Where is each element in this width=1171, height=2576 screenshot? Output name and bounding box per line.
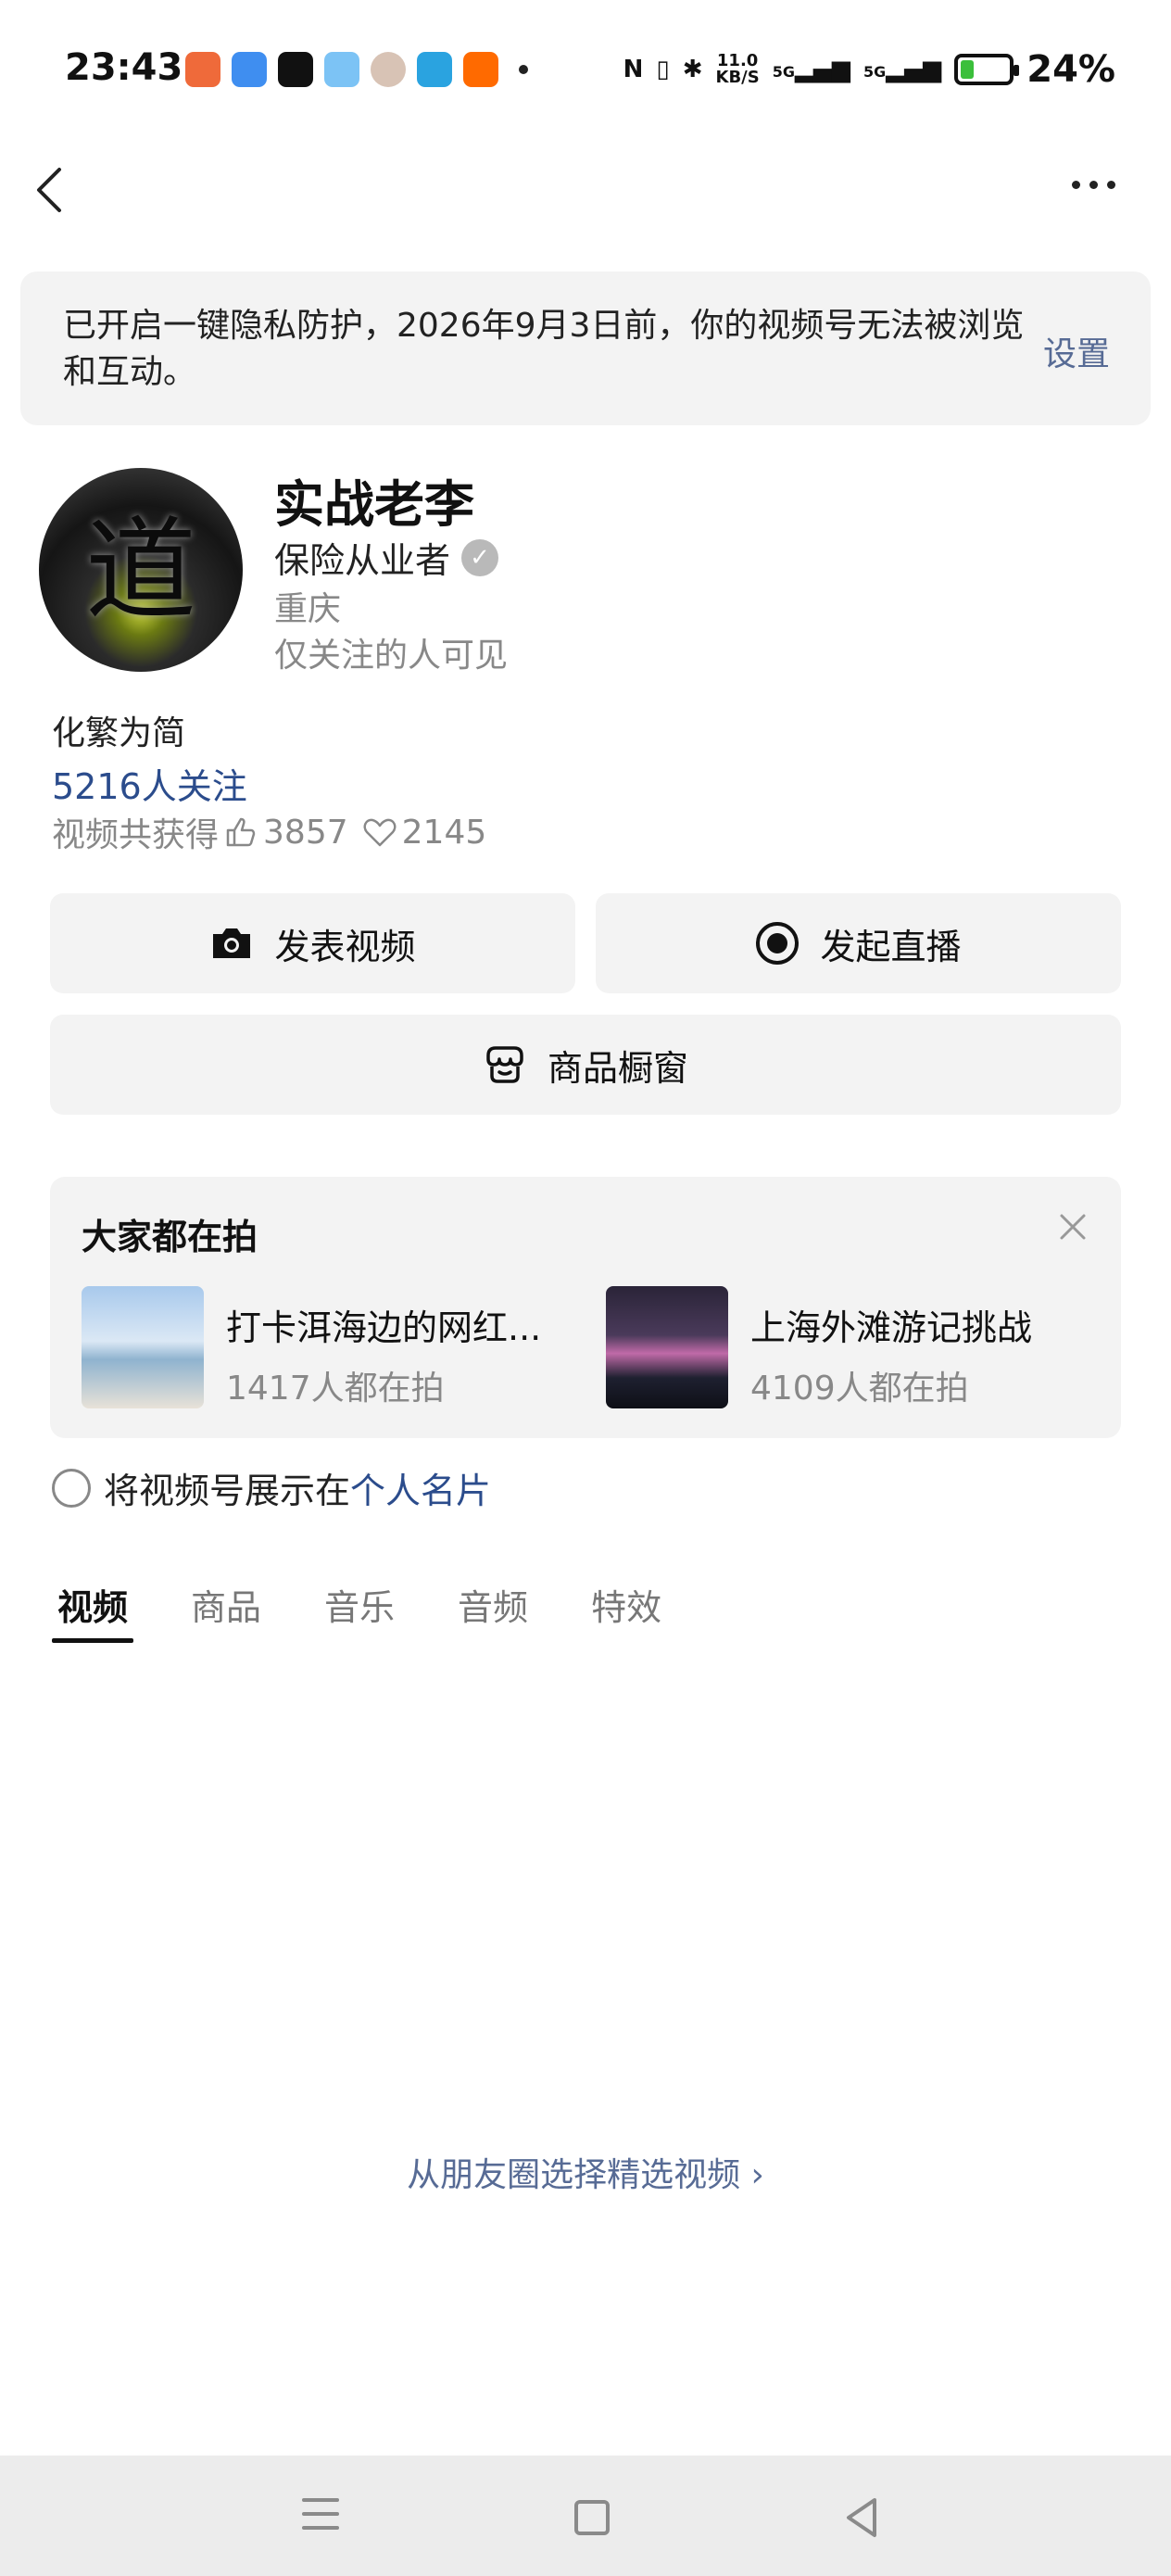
profile-visibility: 仅关注的人可见 xyxy=(274,637,509,675)
tab-videos[interactable]: 视频 xyxy=(51,1579,134,1643)
verified-badge-icon[interactable]: ✓ xyxy=(461,538,499,576)
trending-item-count: 4109人都在拍 xyxy=(750,1370,969,1408)
tab-music[interactable]: 音乐 xyxy=(324,1579,395,1630)
profile-bio: 化繁为简 xyxy=(52,714,186,752)
trending-item[interactable]: 打卡洱海边的网红... 1417人都在拍 xyxy=(82,1286,541,1409)
content-tabs: 视频 商品 音乐 音频 特效 xyxy=(51,1579,661,1643)
privacy-settings-link[interactable]: 设置 xyxy=(1043,327,1110,375)
close-icon[interactable] xyxy=(1056,1210,1089,1244)
profile-title-row: 保险从业者 ✓ xyxy=(274,532,499,583)
trending-thumbnail xyxy=(82,1286,204,1408)
signal-label: 5G xyxy=(863,63,887,81)
recent-apps-icon[interactable] xyxy=(302,2498,339,2540)
notification-icons xyxy=(185,52,528,87)
trending-thumbnail xyxy=(606,1286,728,1408)
nav-back-icon[interactable] xyxy=(841,2494,882,2541)
trending-card: 大家都在拍 打卡洱海边的网红... 1417人都在拍 上海外滩游记挑战 4109… xyxy=(50,1177,1121,1438)
show-on-card-option[interactable]: 将视频号展示在个人名片 xyxy=(52,1462,491,1513)
back-arrow-icon xyxy=(37,168,61,212)
followers-count-link[interactable]: 5216人关注 xyxy=(52,758,247,809)
status-time: 23:43 xyxy=(65,46,183,89)
personal-card-link[interactable]: 个人名片 xyxy=(350,1471,491,1511)
show-on-card-prefix: 将视频号展示在 xyxy=(104,1471,351,1511)
status-indicators: N ▯ ✱ 11.0 KB/S 5G▂▄▆ 5G▂▄▆ 24% xyxy=(623,48,1115,91)
more-dot-icon xyxy=(1089,181,1098,189)
signal-label: 5G xyxy=(772,63,795,81)
profile-title: 保险从业者 xyxy=(274,540,451,581)
tab-products[interactable]: 商品 xyxy=(191,1579,261,1630)
trending-item-name: 打卡洱海边的网红... xyxy=(226,1307,542,1348)
shop-window-button[interactable]: 商品橱窗 xyxy=(50,1015,1121,1115)
trending-item-name: 上海外滩游记挑战 xyxy=(750,1307,1033,1348)
start-live-button[interactable]: 发起直播 xyxy=(596,893,1121,993)
profile-name: 实战老李 xyxy=(274,475,474,534)
vibrate-icon: ▯ xyxy=(656,56,670,83)
more-options-button[interactable] xyxy=(1072,181,1115,189)
battery-icon xyxy=(954,54,1020,85)
heart-icon xyxy=(363,818,397,847)
more-dot-icon xyxy=(1107,181,1115,189)
more-notifications-dot xyxy=(519,65,528,74)
net-speed: 11.0 KB/S xyxy=(715,51,760,87)
tiktok-icon xyxy=(278,52,313,87)
weather-icon xyxy=(324,52,359,87)
home-icon[interactable] xyxy=(574,2500,610,2535)
live-record-icon xyxy=(756,922,800,965)
start-live-label: 发起直播 xyxy=(820,926,962,967)
thumbs-up-icon xyxy=(226,817,256,847)
avatar[interactable]: 道 xyxy=(39,468,243,672)
trending-item[interactable]: 上海外滩游记挑战 4109人都在拍 xyxy=(606,1286,1032,1409)
hearts-count: 2145 xyxy=(401,813,487,852)
avatar-calligraphy: 道 xyxy=(85,507,196,636)
tab-audio[interactable]: 音频 xyxy=(458,1579,528,1630)
likes-count: 3857 xyxy=(263,813,348,852)
likes-summary: 视频共获得 3857 2145 xyxy=(52,808,486,856)
post-video-label: 发表视频 xyxy=(274,926,416,967)
system-nav-bar xyxy=(0,2456,1171,2576)
more-dot-icon xyxy=(1072,181,1080,189)
taobao-icon xyxy=(463,52,498,87)
signal-icon: 5G▂▄▆ xyxy=(863,56,942,83)
privacy-notice-text: 已开启一键隐私防护，2026年9月3日前，你的视频号无法被浏览和互动。 xyxy=(63,307,1025,391)
privacy-notice: 已开启一键隐私防护，2026年9月3日前，你的视频号无法被浏览和互动。 设置 xyxy=(20,271,1151,425)
back-button[interactable] xyxy=(28,162,74,218)
avatar-notification-icon xyxy=(371,52,406,87)
trending-item-count: 1417人都在拍 xyxy=(226,1370,445,1408)
post-video-button[interactable]: 发表视频 xyxy=(50,893,575,993)
bluetooth-icon: ✱ xyxy=(682,56,703,83)
nfc-icon: N xyxy=(623,56,644,83)
likes-prefix: 视频共获得 xyxy=(52,816,220,854)
shop-window-label: 商品橱窗 xyxy=(547,1047,688,1089)
profile-location: 重庆 xyxy=(274,590,342,628)
trending-title: 大家都在拍 xyxy=(82,1217,258,1257)
select-from-moments-link[interactable]: 从朋友圈选择精选视频 › xyxy=(0,2148,1171,2196)
battery-percent: 24% xyxy=(1026,48,1115,91)
shop-icon xyxy=(486,1046,523,1083)
tab-effects[interactable]: 特效 xyxy=(591,1579,661,1630)
telegram-icon xyxy=(417,52,452,87)
app-notification-icon xyxy=(185,52,220,87)
signal-icon: 5G▂▄▆ xyxy=(772,56,850,83)
camera-icon xyxy=(213,928,251,958)
app-notification-icon xyxy=(232,52,267,87)
show-on-card-radio[interactable] xyxy=(52,1468,91,1508)
